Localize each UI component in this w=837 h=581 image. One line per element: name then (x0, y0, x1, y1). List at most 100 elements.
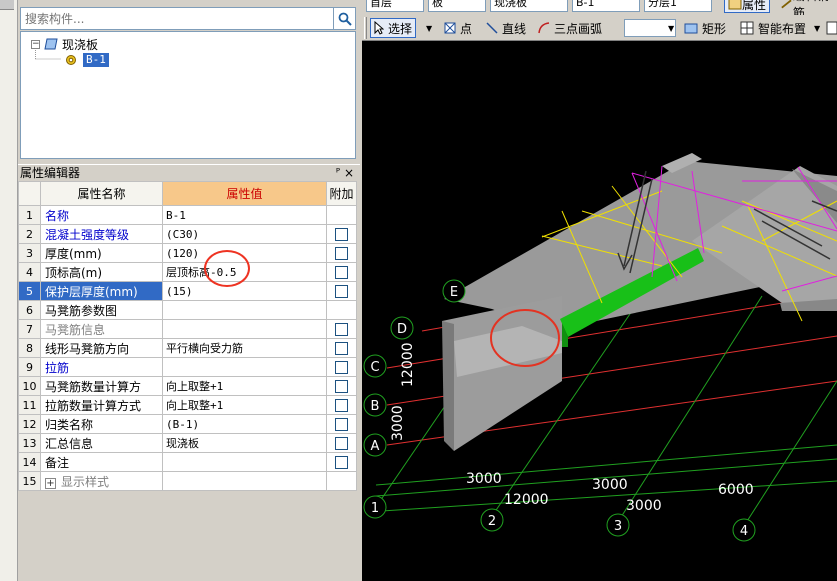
prop-name: 备注 (40, 452, 163, 472)
type-select[interactable]: 现浇板 (490, 0, 568, 12)
table-row[interactable]: 2 混凝土强度等级 (C30) (18, 224, 357, 244)
extra-checkbox[interactable] (335, 341, 348, 355)
row-number: 11 (18, 395, 41, 415)
category-select[interactable]: 板 (428, 0, 486, 12)
row-number: 14 (18, 452, 41, 472)
search-input[interactable] (20, 7, 334, 30)
table-row[interactable]: 7 马凳筋信息 (18, 319, 357, 339)
table-row[interactable]: 15 + 显示样式 (18, 471, 357, 491)
prop-value[interactable]: (15) (162, 281, 327, 301)
tree-item-b1[interactable]: B-1 (65, 52, 109, 68)
smart-dropdown-icon[interactable]: ▼ (814, 18, 820, 38)
extra-cell (326, 357, 357, 377)
left-panel: − 现浇板 B-1 属性编辑器 ᴾ × 属性名称 属性值 附加 (18, 0, 360, 581)
header-prop-value[interactable]: 属性值 (162, 181, 327, 206)
dim-12000-vertical: 12000 (400, 342, 416, 387)
table-row[interactable]: 10 马凳筋数量计算方 向上取整+1 (18, 376, 357, 396)
element-select[interactable]: B-1 (572, 0, 640, 12)
table-row[interactable]: 3 厚度(mm) (120) (18, 243, 357, 263)
properties-icon (728, 0, 742, 10)
extra-checkbox[interactable] (335, 379, 348, 393)
smart-place-button[interactable]: 智能布置 (740, 18, 806, 38)
prop-value[interactable] (162, 300, 327, 320)
extra-checkbox[interactable] (335, 398, 348, 412)
prop-value[interactable] (162, 452, 327, 472)
prop-value[interactable]: 向上取整+1 (162, 376, 327, 396)
tree-item-slab[interactable]: − 现浇板 (31, 36, 98, 52)
prop-name: 保护层厚度(mm) (40, 281, 163, 301)
line-icon (486, 22, 498, 34)
floor-select[interactable]: 首层 (366, 0, 424, 12)
prop-value[interactable]: B-1 (162, 205, 327, 225)
prop-value[interactable]: (B-1) (162, 414, 327, 434)
row-number: 8 (18, 338, 41, 358)
row-number: 3 (18, 243, 41, 263)
prop-value[interactable]: 平行横向受力筋 (162, 338, 327, 358)
extra-checkbox[interactable] (335, 227, 348, 241)
table-row[interactable]: 13 汇总信息 现浇板 (18, 433, 357, 453)
pin-icon[interactable]: ᴾ (336, 165, 340, 181)
extra-cell (326, 338, 357, 358)
prop-name: 马凳筋参数图 (40, 300, 163, 320)
select-dropdown-icon[interactable]: ▼ (426, 18, 432, 38)
table-row[interactable]: 11 拉筋数量计算方式 向上取整+1 (18, 395, 357, 415)
table-row[interactable]: 8 线形马凳筋方向 平行横向受力筋 (18, 338, 357, 358)
prop-name: 名称 (40, 205, 163, 225)
header-prop-name[interactable]: 属性名称 (40, 181, 163, 206)
table-row[interactable]: 9 拉筋 (18, 357, 357, 377)
extra-checkbox[interactable] (335, 265, 348, 279)
arc-button[interactable]: 三点画弧 (538, 18, 602, 38)
cursor-icon (374, 21, 384, 35)
extra-checkbox[interactable] (335, 417, 348, 431)
line-button[interactable]: 直线 (486, 18, 526, 38)
extra-cell (326, 224, 357, 244)
table-row[interactable]: 6 马凳筋参数图 (18, 300, 357, 320)
table-row[interactable]: 4 顶标高(m) 层顶标高-0.5 (18, 262, 357, 282)
prop-value[interactable] (162, 319, 327, 339)
dim-3000-c: 6000 (718, 482, 754, 498)
rect-button[interactable]: 矩形 (684, 18, 726, 38)
table-row-selected[interactable]: 5 保护层厚度(mm) (15) (18, 281, 357, 301)
extra-checkbox[interactable] (335, 455, 348, 469)
dim-3000-a: 3000 (466, 471, 502, 487)
row-number: 7 (18, 319, 41, 339)
extra-cell (326, 205, 357, 225)
rebar-icon (781, 0, 792, 9)
edit-rebar-button[interactable]: 编辑钢筋 (780, 0, 837, 15)
expand-icon[interactable]: + (45, 477, 56, 489)
prop-value[interactable]: 现浇板 (162, 433, 327, 453)
layer-select[interactable]: 分层1 (644, 0, 712, 12)
smart-place-label: 智能布置 (758, 21, 807, 36)
close-icon[interactable]: × (344, 165, 354, 181)
extra-checkbox[interactable] (335, 284, 348, 298)
row-number: 12 (18, 414, 41, 434)
dock-tab[interactable] (0, 0, 14, 10)
prop-value[interactable] (162, 471, 327, 491)
property-table: 属性名称 属性值 附加 1 名称 B-1 2 混凝土强度等级 (C30) 3 厚… (18, 181, 357, 491)
more-icon[interactable] (826, 18, 837, 38)
prop-value[interactable]: 向上取整+1 (162, 395, 327, 415)
table-row[interactable]: 12 归类名称 (B-1) (18, 414, 357, 434)
extra-checkbox[interactable] (335, 360, 348, 374)
arc-icon (538, 22, 550, 34)
table-row[interactable]: 1 名称 B-1 (18, 205, 357, 225)
axis-label-A: A (371, 439, 380, 454)
row-number: 9 (18, 357, 41, 377)
extra-cell (326, 262, 357, 282)
table-row[interactable]: 14 备注 (18, 452, 357, 472)
select-button[interactable]: 选择 (370, 18, 417, 38)
prop-value[interactable]: (C30) (162, 224, 327, 244)
prop-value[interactable] (162, 357, 327, 377)
point-button[interactable]: 点 (444, 18, 472, 38)
3d-viewport[interactable]: E D C B A 1 2 3 4 12000 3000 3000 3000 6… (362, 41, 837, 581)
extra-checkbox[interactable] (335, 246, 348, 260)
extra-checkbox[interactable] (335, 322, 348, 336)
arc-mode-dropdown-icon[interactable]: ▼ (668, 18, 674, 38)
tree-item-label: 现浇板 (62, 37, 99, 52)
properties-button[interactable]: 属性 (724, 0, 771, 13)
axis-label-B: B (371, 399, 380, 414)
extra-checkbox[interactable] (335, 436, 348, 450)
collapse-icon[interactable]: − (31, 39, 40, 49)
search-button[interactable] (334, 7, 356, 30)
header-extra[interactable]: 附加 (326, 181, 357, 206)
